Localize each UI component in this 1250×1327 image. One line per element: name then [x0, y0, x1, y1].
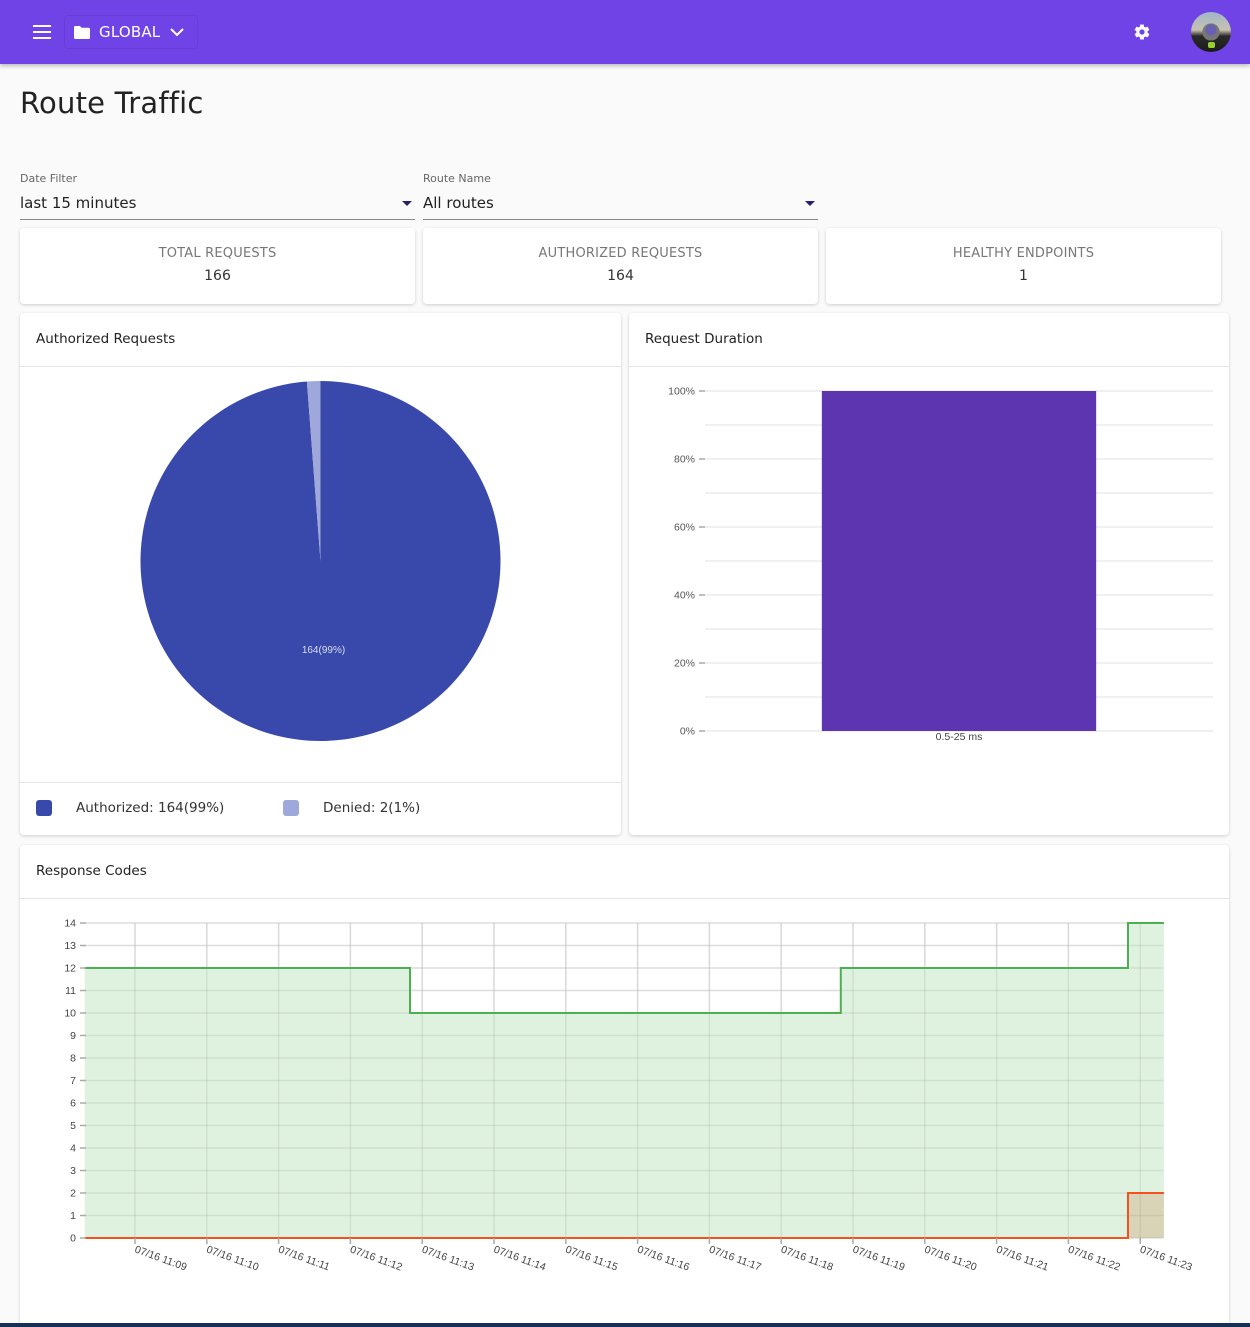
x-tick-label: 07/16 11:16: [636, 1244, 692, 1274]
settings-button[interactable]: [1128, 18, 1156, 46]
legend-item-denied[interactable]: Denied: 2(1%): [283, 800, 420, 816]
x-tick-label: 07/16 11:15: [564, 1244, 620, 1274]
legend-swatch: [36, 800, 52, 816]
x-tick-label: 0.5-25 ms: [936, 731, 983, 743]
date-filter-value: last 15 minutes: [20, 194, 137, 212]
y-tick-label: 9: [70, 1030, 76, 1042]
panel-title: Authorized Requests: [36, 331, 176, 347]
hamburger-menu-icon: [33, 25, 51, 39]
y-tick-label: 60%: [674, 522, 695, 534]
dropdown-caret-icon: [805, 201, 815, 206]
stat-value: 164: [607, 268, 634, 284]
legend-label: Denied: 2(1%): [323, 800, 421, 816]
panel-title: Response Codes: [36, 863, 147, 879]
date-filter-label: Date Filter: [20, 172, 78, 185]
legend-label: Authorized: 164(99%): [76, 800, 225, 816]
route-name-select[interactable]: Route Name All routes: [423, 170, 818, 220]
stat-value: 1: [1019, 268, 1028, 284]
x-tick-label: 07/16 11:19: [851, 1244, 907, 1274]
y-tick-label: 6: [70, 1098, 76, 1110]
stat-card-healthy-endpoints: HEALTHY ENDPOINTS 1: [826, 228, 1221, 304]
x-tick-label: 07/16 11:21: [995, 1244, 1051, 1274]
y-tick-label: 5: [70, 1120, 76, 1132]
stat-label: AUTHORIZED REQUESTS: [538, 246, 703, 261]
pie-slice-label: 164(99%): [302, 645, 345, 656]
y-tick-label: 2: [70, 1188, 76, 1200]
y-tick-label: 80%: [674, 454, 695, 466]
x-tick-label: 07/16 11:18: [779, 1244, 835, 1274]
y-tick-label: 1: [70, 1210, 76, 1222]
authorized-pie-chart: 164(99%): [140, 381, 501, 741]
legend-swatch: [283, 800, 299, 816]
dropdown-caret-icon: [402, 201, 412, 206]
route-name-value: All routes: [423, 194, 494, 212]
pie-slice-authorized: [140, 381, 501, 741]
y-tick-label: 100%: [668, 386, 695, 398]
stat-label: HEALTHY ENDPOINTS: [952, 246, 1095, 261]
y-tick-label: 13: [64, 940, 76, 952]
y-tick-label: 40%: [674, 590, 695, 602]
legend-item-authorized[interactable]: Authorized: 164(99%): [36, 800, 224, 816]
app-bar: GLOBAL: [0, 0, 1250, 64]
x-tick-label: 07/16 11:22: [1066, 1244, 1122, 1274]
response-codes-step-chart: 0123456789101112131407/16 11:09 07/16 11:…: [64, 918, 1194, 1274]
y-tick-label: 20%: [674, 658, 695, 670]
request-duration-bar-chart: 0% 20% 40% 60% 80% 100% 0.5-25 ms: [668, 386, 1213, 743]
x-tick-label: 07/16 11:23: [1138, 1244, 1194, 1274]
y-tick-label: 10: [64, 1008, 76, 1020]
authorized-requests-panel: Authorized Requests 164(99%) Authorized:…: [20, 313, 621, 835]
y-tick-label: 12: [64, 963, 76, 975]
y-tick-label: 14: [64, 918, 76, 930]
stat-card-total-requests: TOTAL REQUESTS 166: [20, 228, 415, 304]
y-tick-label: 8: [70, 1053, 76, 1065]
x-tick-label: 07/16 11:13: [420, 1244, 476, 1274]
scope-selector[interactable]: GLOBAL: [64, 15, 198, 49]
x-tick-label: 07/16 11:10: [205, 1244, 261, 1274]
stat-card-authorized-requests: AUTHORIZED REQUESTS 164: [423, 228, 818, 304]
page-title: Route Traffic: [20, 86, 204, 120]
y-tick-label: 3: [70, 1165, 76, 1177]
avatar-image-detail: [1208, 42, 1215, 48]
response-codes-panel: Response Codes 0 1 2 3 4 5 6 7 8 9 10 11 12 13 14 07/16…: [20, 845, 1229, 1327]
request-duration-panel: Request Duration 0% 20% 40% 60% 80% 100% 0.5-2…: [629, 313, 1229, 835]
x-tick-label: 07/16 11:12: [348, 1244, 404, 1274]
folder-icon: [74, 25, 90, 39]
route-name-label: Route Name: [423, 172, 491, 185]
bottom-edge: [0, 1323, 1250, 1327]
y-tick-label: 11: [65, 985, 76, 997]
x-tick-label: 07/16 11:11: [277, 1244, 332, 1274]
x-tick-label: 07/16 11:09: [133, 1244, 189, 1274]
panel-title: Request Duration: [645, 331, 763, 347]
user-avatar[interactable]: [1191, 12, 1231, 52]
y-tick-label: 4: [70, 1143, 76, 1155]
scope-label: GLOBAL: [99, 23, 161, 41]
y-tick-label: 7: [70, 1075, 76, 1087]
stat-value: 166: [204, 268, 231, 284]
bar: [821, 391, 1097, 731]
y-tick-label: 0%: [680, 726, 695, 738]
gear-icon: [1134, 24, 1150, 40]
divider: [20, 782, 621, 783]
x-tick-label: 07/16 11:17: [707, 1244, 763, 1274]
x-tick-label: 07/16 11:14: [492, 1244, 548, 1274]
y-tick-label: 0: [70, 1233, 76, 1245]
date-filter-select[interactable]: Date Filter last 15 minutes: [20, 170, 415, 220]
menu-button[interactable]: [26, 16, 58, 48]
chevron-down-icon: [170, 27, 185, 37]
stat-label: TOTAL REQUESTS: [158, 246, 277, 261]
x-tick-label: 07/16 11:20: [923, 1244, 979, 1274]
